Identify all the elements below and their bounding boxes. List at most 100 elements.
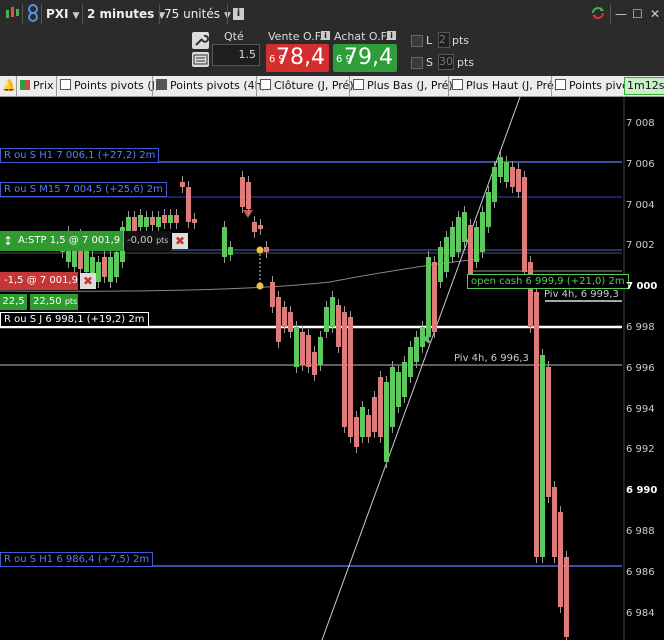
candle-body (528, 262, 533, 327)
candle-body (108, 257, 113, 282)
level-label-rs-h1-top[interactable]: R ou S H1 7 006,1 (+27,2) 2m (0, 148, 160, 163)
candle-body (348, 317, 353, 437)
link-icon[interactable] (27, 4, 39, 24)
candle-body (342, 312, 347, 427)
l-input[interactable]: 2 (438, 32, 450, 48)
units-selector[interactable]: 75 unités▼ (164, 4, 231, 24)
candle-body (96, 262, 101, 282)
candle-body (330, 297, 335, 327)
y-axis-tick: 6 994 (626, 403, 655, 415)
sync-icon[interactable] (590, 4, 606, 24)
candle-body (414, 337, 419, 362)
qty-input[interactable]: 1.5 (212, 44, 260, 66)
info-icon[interactable]: i (387, 31, 396, 40)
indicator-pp-j[interactable]: Points pivots (J) (60, 78, 159, 94)
l-checkbox[interactable] (411, 35, 423, 47)
candle-body (534, 292, 539, 557)
candle-body (438, 247, 443, 282)
timer-badge: 1m12s (624, 77, 664, 95)
buy-button[interactable]: 6 9 79,4 (333, 44, 397, 72)
price-chart[interactable]: ✖ R ou S H1 7 006,1 (+27,2) 2m R ou S M1… (0, 97, 664, 640)
candle-body (372, 397, 377, 432)
candle-body (264, 247, 269, 252)
checkbox[interactable] (60, 79, 71, 90)
checkbox[interactable] (260, 79, 271, 90)
position-tag[interactable]: -1,5 @ 7 001,9 (0, 272, 78, 290)
candle-body (456, 217, 461, 252)
chart-type-icon[interactable] (4, 4, 20, 24)
indicator-prix[interactable]: Prix (20, 78, 54, 94)
close-icon[interactable]: ✕ (650, 4, 660, 24)
pnl-b-value: 22,50 (33, 296, 62, 307)
candle-body (240, 177, 245, 207)
sell-button[interactable]: 6 9 78,4 (266, 44, 329, 72)
y-axis-tick: 7 004 (626, 199, 655, 211)
candle-body (510, 167, 515, 187)
y-axis-tick: 6 984 (626, 607, 655, 619)
keyboard-icon[interactable] (192, 52, 209, 67)
candle-body (354, 417, 359, 447)
cancel-stop-icon[interactable]: ✖ (172, 233, 188, 249)
y-axis-tick: 6 986 (626, 566, 655, 578)
indicator-plus-haut[interactable]: Plus Haut (J, Pré) (452, 78, 558, 94)
indicator-plus-bas[interactable]: Plus Bas (J, Pré) (353, 78, 453, 94)
info-button[interactable]: i (233, 8, 244, 20)
candle-body (144, 217, 149, 227)
stop-order-pts-value: -0,00 (127, 235, 153, 246)
candle-body (420, 327, 425, 347)
level-label-rs-j[interactable]: R ou S J 6 998,1 (+19,2) 2m (0, 312, 149, 327)
candle-body (384, 382, 389, 462)
level-label-rs-m15[interactable]: R ou S M15 7 004,5 (+25,6) 2m (0, 182, 167, 197)
indicator-points-pivots[interactable]: Points pivo (555, 78, 629, 94)
alarm-icon[interactable]: 🔔 (2, 78, 16, 94)
close-position-icon[interactable]: ✖ (80, 273, 96, 289)
info-icon[interactable]: i (321, 31, 330, 40)
indicator-cloture[interactable]: Clôture (J, Pré) (260, 78, 354, 94)
candle-body (450, 227, 455, 257)
wrench-icon[interactable] (192, 32, 209, 49)
candle-body (504, 162, 509, 182)
checkbox[interactable] (555, 79, 566, 90)
minimize-icon[interactable]: — (615, 4, 627, 24)
pnl-a: 22,5 (0, 294, 27, 310)
y-axis-tick: 6 988 (626, 526, 655, 537)
top-toolbar: PXI▼ 2 minutes▼ 75 unités▼ i — ☐ ✕ (0, 0, 664, 29)
symbol-label: PXI (46, 7, 69, 21)
stop-order-tag[interactable]: ↕ A:STP 1,5 @ 7 001,9 (0, 231, 123, 251)
order-panel: Qté 1.5 Vente O.F. i 6 9 78,4 Achat O.F.… (0, 28, 664, 77)
y-axis-tick: 6 996 (626, 362, 655, 374)
level-label-rs-h1-bot[interactable]: R ou S H1 6 986,4 (+7,5) 2m (0, 552, 154, 567)
candle-body (246, 182, 251, 209)
open-cash-label[interactable]: open cash 6 999,9 (+21,0) 2m (467, 274, 629, 289)
indicator-plus-haut-label: Plus Haut (J, Pré) (466, 79, 558, 92)
candle-body (498, 157, 503, 177)
candle-body (486, 192, 491, 227)
candle-body (270, 282, 275, 307)
indicator-pp-4h[interactable]: Points pivots (4h) (156, 78, 266, 94)
candle-body (402, 362, 407, 397)
pivot-4h-label-a: Piv 4h, 6 999,3 (544, 289, 619, 300)
checkbox[interactable] (156, 79, 167, 90)
s-checkbox[interactable] (411, 57, 423, 69)
timeframe-selector[interactable]: 2 minutes ▼ (87, 4, 165, 24)
candle-body (300, 332, 305, 365)
indicator-cloture-label: Clôture (J, Pré) (274, 79, 354, 92)
candle-body (462, 212, 467, 242)
candle-body (324, 307, 329, 332)
candle-body (360, 407, 365, 437)
indicator-prix-label: Prix (33, 79, 54, 92)
checkbox[interactable] (353, 79, 364, 90)
pnl-b: 22,50 pts (30, 294, 78, 310)
candle-body (564, 557, 569, 637)
candle-body (282, 307, 287, 327)
candle-body (186, 187, 191, 222)
candle-body (222, 227, 227, 257)
symbol-selector[interactable]: PXI ▼ (46, 4, 79, 24)
candle-body (138, 215, 143, 227)
s-input[interactable]: 30 (438, 54, 454, 70)
indicator-pp-4h-label: Points pivots (4h) (170, 79, 266, 92)
maximize-icon[interactable]: ☐ (632, 4, 643, 24)
checkbox[interactable] (452, 79, 463, 90)
drag-handle-icon[interactable]: ↕ (3, 231, 13, 251)
candle-body (336, 305, 341, 347)
